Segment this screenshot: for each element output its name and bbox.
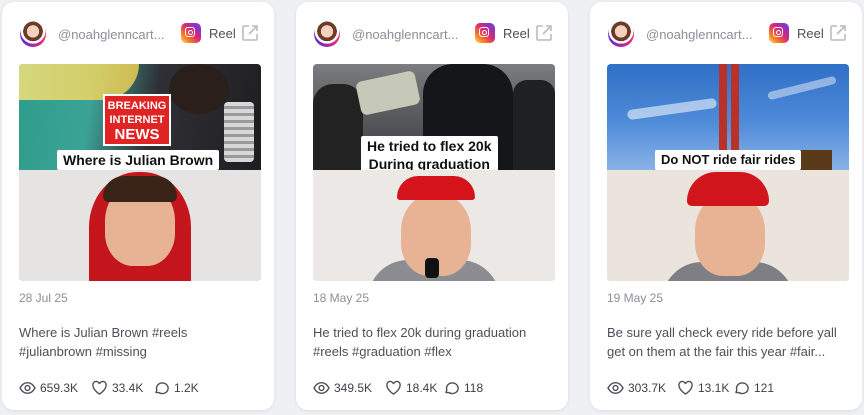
post-card[interactable]: @noahglenncart... Reel Do NOT ride fair … <box>590 2 862 410</box>
comment-icon <box>155 382 169 395</box>
avatar[interactable] <box>20 21 46 47</box>
eye-icon <box>19 381 36 395</box>
instagram-icon <box>475 23 495 43</box>
breaking-news-badge: BREAKING INTERNET NEWS <box>103 94 171 146</box>
external-link-icon[interactable] <box>240 23 260 43</box>
external-link-icon[interactable] <box>534 23 554 43</box>
post-type-label: Reel <box>209 26 236 41</box>
account-handle[interactable]: @noahglenncart... <box>646 27 764 42</box>
eye-icon <box>607 381 624 395</box>
instagram-icon <box>181 23 201 43</box>
external-link-icon[interactable] <box>828 23 848 43</box>
video-caption: Where is Julian Brown <box>57 150 220 170</box>
post-thumbnail[interactable]: Do NOT ride fair rides <box>607 64 849 281</box>
video-caption: Do NOT ride fair rides <box>655 150 802 170</box>
comment-icon <box>735 382 749 395</box>
post-date: 19 May 25 <box>607 291 664 305</box>
card-header: @noahglenncart... Reel <box>20 19 260 49</box>
post-date: 18 May 25 <box>313 291 370 305</box>
thumbnail-person <box>607 170 849 281</box>
eye-icon <box>313 381 330 395</box>
heart-icon <box>678 380 693 395</box>
card-header: @noahglenncart... Reel <box>608 19 848 49</box>
post-description: Be sure yall check every ride before yal… <box>607 325 837 359</box>
post-card[interactable]: @noahglenncart... Reel BREAKING INTERNET… <box>2 2 274 410</box>
card-header: @noahglenncart... Reel <box>314 19 554 49</box>
instagram-icon <box>769 23 789 43</box>
post-thumbnail[interactable]: He tried to flex 20k During graduation <box>313 64 555 281</box>
avatar[interactable] <box>608 21 634 47</box>
post-date: 28 Jul 25 <box>19 291 68 305</box>
avatar[interactable] <box>314 21 340 47</box>
heart-icon <box>386 380 401 395</box>
account-handle[interactable]: @noahglenncart... <box>58 27 176 42</box>
post-card[interactable]: @noahglenncart... Reel He tried to flex … <box>296 2 568 410</box>
thumbnail-person <box>313 170 555 281</box>
comment-icon <box>445 382 459 395</box>
post-description: Where is Julian Brown #reels #julianbrow… <box>19 325 188 359</box>
account-handle[interactable]: @noahglenncart... <box>352 27 470 42</box>
post-type-label: Reel <box>797 26 824 41</box>
post-type-label: Reel <box>503 26 530 41</box>
thumbnail-person <box>19 170 261 281</box>
post-thumbnail[interactable]: BREAKING INTERNET NEWS Where is Julian B… <box>19 64 261 281</box>
heart-icon <box>92 380 107 395</box>
video-caption: He tried to flex 20k During graduation <box>361 136 498 174</box>
post-description: He tried to flex 20k during graduation #… <box>313 325 527 359</box>
